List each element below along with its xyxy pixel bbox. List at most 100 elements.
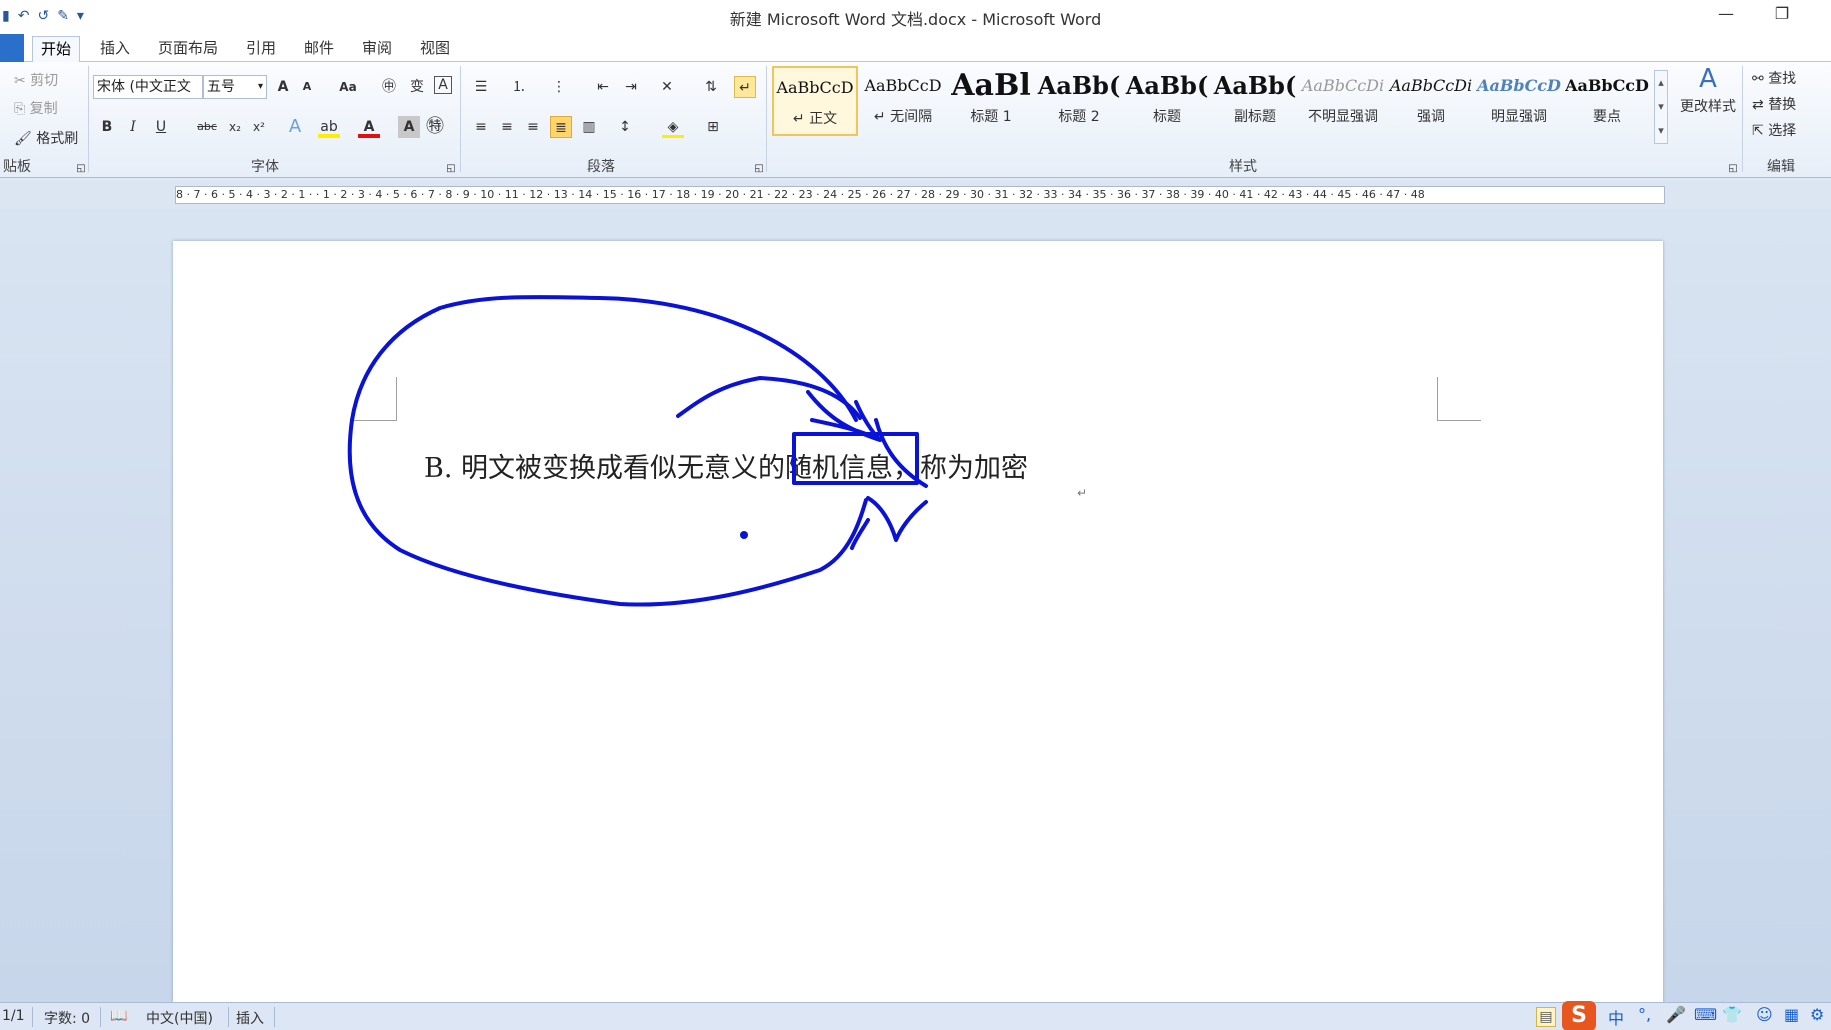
style-sample: AaBl [951,68,1031,103]
replace-button[interactable]: ⇄ 替换 [1752,94,1796,114]
chinese-layout-icon[interactable]: ✕ [656,76,678,98]
title-bar: ▮ ↶ ↺ ✎ ▾ 新建 Microsoft Word 文档.docx - Mi… [0,0,1831,32]
ime-language[interactable]: 中 [1608,1005,1624,1029]
align-center-icon[interactable]: ≡ [496,116,518,138]
italic-icon[interactable]: I [122,116,144,138]
sogou-logo-icon[interactable]: S [1562,1001,1596,1030]
decrease-indent-icon[interactable]: ⇤ [592,76,614,98]
multilevel-list-icon[interactable]: ⋮ [548,76,570,98]
word-count[interactable]: 字数: 0 [44,1008,90,1028]
style-sample: AaBbCcD [776,78,854,97]
ime-punctuation[interactable]: °, [1638,1005,1651,1024]
copy-button[interactable]: ⎘ 复制 [14,98,58,118]
tab-insert[interactable]: 插入 [92,36,138,62]
document-page[interactable] [173,241,1663,1002]
change-styles-button[interactable]: 更改样式 [1674,96,1742,116]
style-name: 强调 [1417,109,1445,125]
styles-scroll[interactable]: ▴ ▾ ▾ [1654,70,1668,144]
sort-icon[interactable]: ⇅ [700,76,722,98]
enclosed-char-icon[interactable]: A [434,76,452,94]
font-size-combo[interactable]: 五号 ▾ [203,75,267,99]
tab-mailings[interactable]: 邮件 [296,36,342,62]
print-layout-icon[interactable]: ▤ [1536,1007,1556,1027]
shading-icon[interactable]: ◈ [662,116,684,138]
tab-view[interactable]: 视图 [412,36,458,62]
group-separator [460,66,461,172]
style-sample: AaBbCcD [1565,76,1649,95]
window-title: 新建 Microsoft Word 文档.docx - Microsoft Wo… [729,10,1102,29]
style-heading-1[interactable]: AaBl 标题 1 [948,66,1034,136]
tab-file[interactable] [0,34,24,62]
char-shading-icon[interactable]: A [398,116,420,138]
highlight-icon[interactable]: ab [318,116,340,138]
copy-label: 复制 [29,101,58,117]
show-marks-icon[interactable]: ↵ [734,76,756,98]
align-right-icon[interactable]: ≡ [522,116,544,138]
align-left-icon[interactable]: ≡ [470,116,492,138]
horizontal-ruler[interactable]: 8 · 7 · 6 · 5 · 4 · 3 · 2 · 1 · · 1 · 2 … [175,186,1665,204]
bullets-icon[interactable]: ☰ [470,76,492,98]
font-color-icon[interactable]: A [358,116,380,138]
char-border-icon[interactable]: 变 [406,76,428,98]
binoculars-icon: ⚯ [1752,71,1769,87]
style-name: 明显强调 [1491,109,1547,125]
chat-icon[interactable]: ☺ [1756,1005,1773,1024]
tab-home[interactable]: 开始 [32,36,81,62]
borders-icon[interactable]: ⊞ [702,116,724,138]
subscript-icon[interactable]: x₂ [224,116,246,138]
style-strong[interactable]: AaBbCcD 要点 [1564,66,1650,136]
phonetic-guide-icon[interactable]: ㊥ [378,76,400,98]
style-no-spacing[interactable]: AaBbCcD ↵ 无间隔 [860,66,946,136]
spellcheck-icon[interactable]: 📖 [110,1008,127,1024]
style-subtitle[interactable]: AaBb( 副标题 [1212,66,1298,136]
distributed-icon[interactable]: ▥ [578,116,600,138]
select-button[interactable]: ⇱ 选择 [1752,120,1796,140]
numbering-icon[interactable]: ⒈ [508,76,530,98]
style-name: 标题 [1153,109,1181,125]
tab-page-layout[interactable]: 页面布局 [150,36,226,62]
style-emphasis[interactable]: AaBbCcDi 强调 [1388,66,1474,136]
enclose-char-icon[interactable]: ㊕ [424,116,446,138]
select-label: 选择 [1768,123,1797,139]
style-normal[interactable]: AaBbCcD ↵ 正文 [772,66,858,136]
shrink-font-icon[interactable]: A [296,76,318,98]
style-heading-2[interactable]: AaBb( 标题 2 [1036,66,1122,136]
cut-button[interactable]: ✂ 剪切 [14,70,58,90]
keyboard-icon[interactable]: ⌨ [1694,1005,1717,1024]
restore-button[interactable]: ❐ [1762,4,1802,28]
font-size-value: 五号 [207,79,235,95]
insert-mode[interactable]: 插入 [236,1008,264,1028]
text-effects-icon[interactable]: A [284,116,306,138]
styles-launcher-icon[interactable]: ◱ [1722,158,1744,180]
style-sample: AaBb( [1213,71,1297,100]
style-intense-emphasis[interactable]: AaBbCcD 明显强调 [1476,66,1562,136]
change-case-icon[interactable]: Aa [334,76,362,98]
find-button[interactable]: ⚯ 查找 [1752,68,1796,88]
microphone-icon[interactable]: 🎤 [1666,1005,1686,1024]
change-styles-icon[interactable]: A [1674,64,1742,94]
font-name-combo[interactable]: 宋体 (中文正文 [93,75,203,99]
minimize-button[interactable]: — [1706,4,1746,28]
style-subtle-emphasis[interactable]: AaBbCcDi 不明显强调 [1300,66,1386,136]
language-indicator[interactable]: 中文(中国) [146,1008,213,1028]
page-indicator[interactable]: 1/1 [2,1008,25,1024]
underline-icon[interactable]: U [150,116,172,138]
clipboard-group-label: 贴板 [3,159,31,175]
font-launcher-icon[interactable]: ◱ [440,158,462,180]
grow-font-icon[interactable]: A [272,76,294,98]
increase-indent-icon[interactable]: ⇥ [620,76,642,98]
bold-icon[interactable]: B [96,116,118,138]
cursor-icon: ⇱ [1752,123,1769,139]
superscript-icon[interactable]: x² [248,116,270,138]
skin-icon[interactable]: 👕 [1722,1005,1742,1024]
tab-review[interactable]: 审阅 [354,36,400,62]
line-spacing-icon[interactable]: ↕ [614,116,636,138]
grid-icon[interactable]: ▦ [1784,1005,1799,1024]
document-text-line[interactable]: B. 明文被变换成看似无意义的随机信息，称为加密 [424,446,1028,485]
strikethrough-icon[interactable]: abc [194,116,220,138]
style-title[interactable]: AaBb( 标题 [1124,66,1210,136]
tab-references[interactable]: 引用 [238,36,284,62]
settings-icon[interactable]: ⚙ [1810,1005,1824,1024]
format-painter-button[interactable]: 🖌 格式刷 [14,128,78,148]
justify-icon[interactable]: ≣ [550,116,572,138]
